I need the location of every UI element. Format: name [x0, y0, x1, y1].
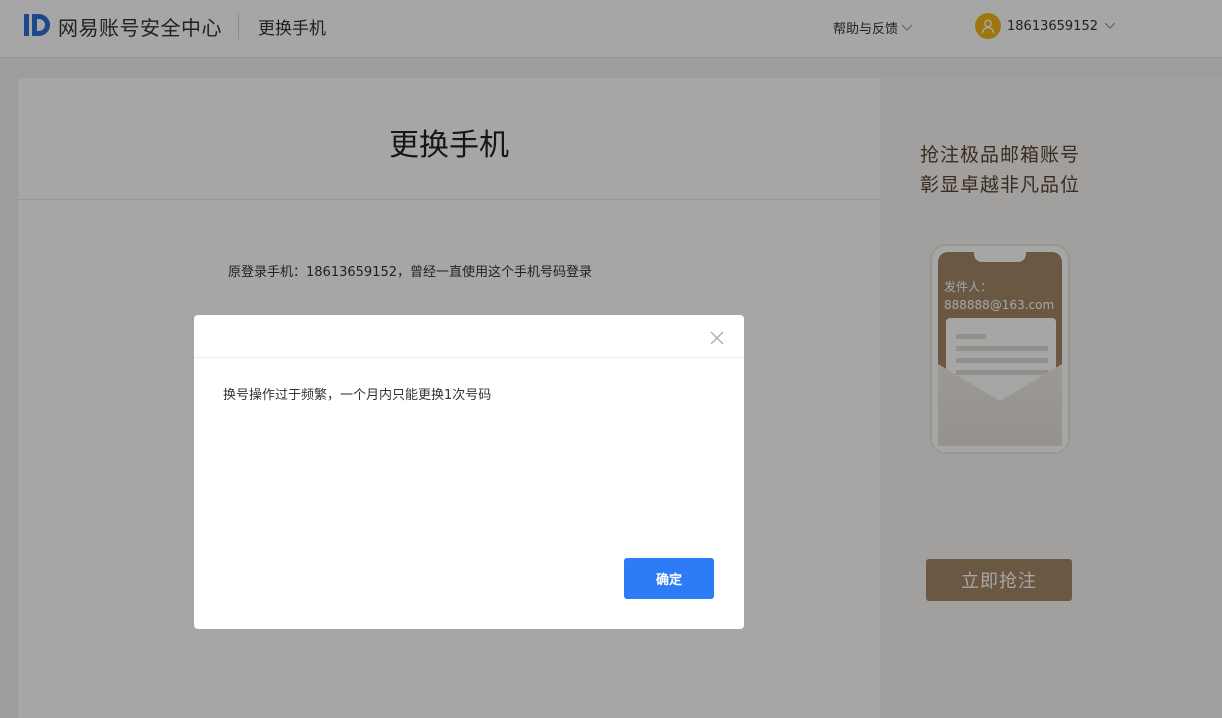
- dialog-message: 换号操作过于频繁，一个月内只能更换1次号码: [223, 388, 492, 403]
- alert-dialog: 换号操作过于频繁，一个月内只能更换1次号码 确定: [194, 315, 744, 629]
- confirm-button[interactable]: 确定: [624, 558, 714, 599]
- dialog-header: [194, 315, 744, 358]
- close-icon[interactable]: [710, 331, 724, 345]
